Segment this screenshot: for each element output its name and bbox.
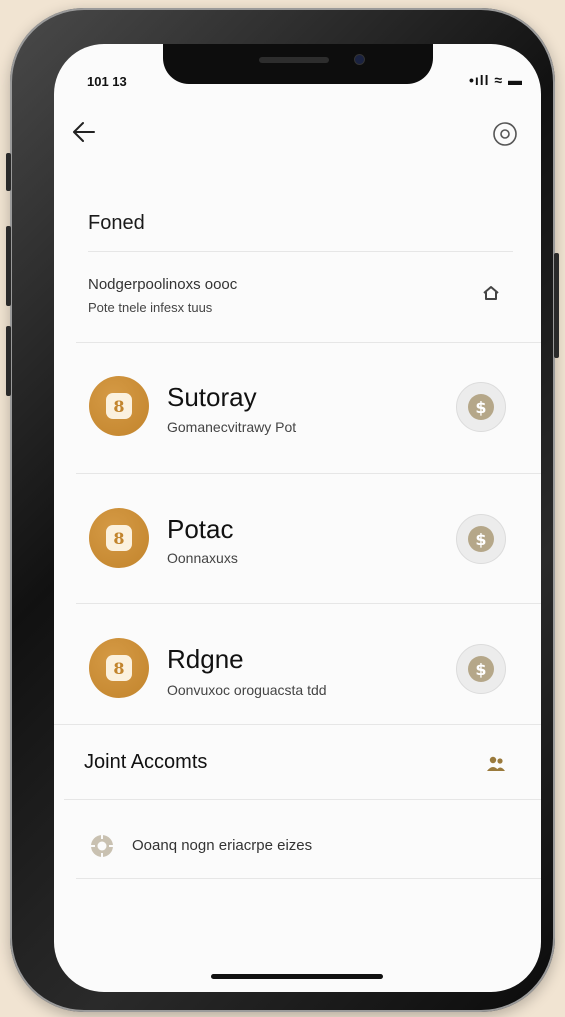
speaker xyxy=(259,57,329,63)
dollar-icon: $ xyxy=(468,394,494,420)
dollar-icon: $ xyxy=(468,656,494,682)
app-screen: 101 13 •ıll ≈ ▬ Foned Nodgerpoolinoxs oo… xyxy=(54,44,541,992)
gear-icon xyxy=(90,834,114,858)
back-arrow-icon[interactable] xyxy=(70,118,98,146)
notch xyxy=(163,44,433,84)
users-icon[interactable] xyxy=(486,754,506,772)
divider xyxy=(88,251,513,252)
notice-subtitle: Pote tnele infesx tuus xyxy=(88,300,213,315)
account-name: Rdgne xyxy=(167,644,244,674)
status-icons: •ıll ≈ ▬ xyxy=(468,72,523,88)
volume-down-button xyxy=(6,326,11,396)
account-avatar: 8 xyxy=(89,376,149,436)
account-row-potac[interactable]: 8 Potac Oonnaxuxs $ xyxy=(54,475,541,595)
home-indicator[interactable] xyxy=(211,974,383,979)
divider xyxy=(76,603,541,604)
account-subtitle: Oonvuxoc oroguacsta tdd xyxy=(167,682,327,698)
notice-title: Nodgerpoolinoxs oooc xyxy=(88,276,238,293)
account-row-rdgne[interactable]: 8 Rdgne Oonvuxoc oroguacsta tdd $ xyxy=(54,605,541,725)
account-action-button[interactable]: $ xyxy=(456,644,506,694)
settings-circle-icon[interactable] xyxy=(492,121,518,147)
account-subtitle: Oonnaxuxs xyxy=(167,550,238,566)
dollar-icon: $ xyxy=(468,526,494,552)
status-time: 101 13 xyxy=(87,74,127,89)
account-glyph-icon: 8 xyxy=(106,525,132,551)
option-label: Ooanq nogn eriacrpe eizes xyxy=(132,837,313,854)
account-glyph-icon: 8 xyxy=(106,655,132,681)
account-avatar: 8 xyxy=(89,508,149,568)
volume-up-button xyxy=(6,226,11,306)
home-icon[interactable] xyxy=(482,284,500,302)
account-action-button[interactable]: $ xyxy=(456,514,506,564)
divider xyxy=(76,878,541,879)
divider xyxy=(76,473,541,474)
account-action-button[interactable]: $ xyxy=(456,382,506,432)
account-name: Potac xyxy=(167,514,234,544)
account-name: Sutoray xyxy=(167,382,257,412)
account-row-sutoray[interactable]: 8 Sutoray Gomanecvitrawy Pot $ xyxy=(54,344,541,464)
joint-accounts-title: Joint Accomts xyxy=(84,751,208,773)
divider xyxy=(54,724,541,725)
phone-frame: 101 13 •ıll ≈ ▬ Foned Nodgerpoolinoxs oo… xyxy=(6,8,559,1012)
divider xyxy=(76,342,541,343)
account-avatar: 8 xyxy=(89,638,149,698)
front-camera xyxy=(355,55,364,64)
mute-switch xyxy=(6,153,11,191)
power-button xyxy=(554,253,559,358)
divider xyxy=(64,799,541,800)
account-subtitle: Gomanecvitrawy Pot xyxy=(167,419,297,435)
page-title: Foned xyxy=(88,212,145,234)
account-glyph-icon: 8 xyxy=(106,393,132,419)
